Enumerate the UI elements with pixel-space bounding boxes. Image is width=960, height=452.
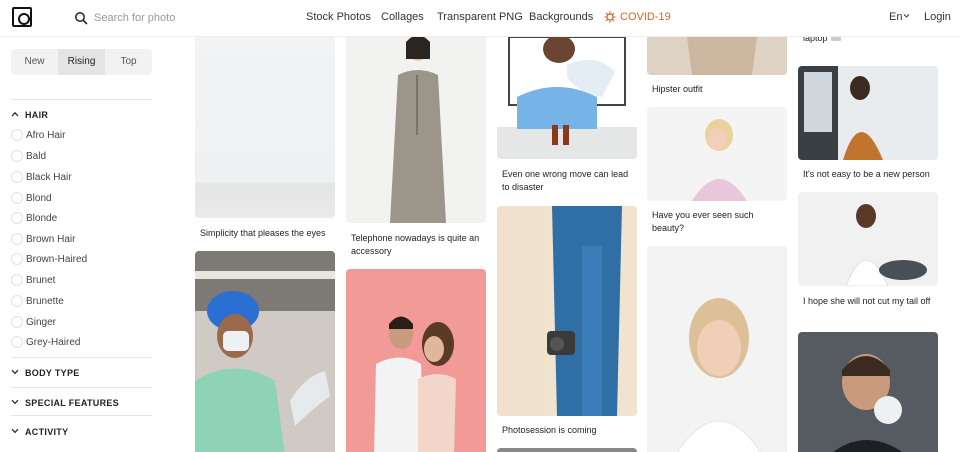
sort-tabs: New Rising Top bbox=[11, 49, 152, 75]
photo-illustration bbox=[833, 354, 903, 452]
photo-illustration bbox=[195, 251, 335, 452]
facet-label: Brown Hair bbox=[26, 234, 76, 245]
facet-blonde[interactable]: Blonde bbox=[11, 212, 57, 226]
logo-icon[interactable] bbox=[12, 7, 32, 27]
section-body-type-label: BODY TYPE bbox=[25, 368, 80, 378]
radio-button[interactable] bbox=[11, 316, 23, 328]
radio-button[interactable] bbox=[11, 295, 23, 307]
photo-caption[interactable]: Even one wrong move can lead to disaster bbox=[502, 168, 637, 194]
facet-afro-hair[interactable]: Afro Hair bbox=[11, 129, 65, 143]
chevron-down-icon[interactable] bbox=[903, 13, 910, 19]
facet-bald[interactable]: Bald bbox=[11, 150, 46, 164]
photo-illustration bbox=[845, 204, 927, 286]
search-input[interactable] bbox=[94, 9, 254, 27]
photo-child-gloves[interactable] bbox=[497, 37, 637, 159]
photo-blonde-woman[interactable] bbox=[647, 107, 787, 201]
photo-caption[interactable]: Have you ever seen such beauty? bbox=[652, 209, 787, 235]
tab-top[interactable]: Top bbox=[105, 49, 152, 75]
facet-label: Brown-Haired bbox=[26, 254, 88, 265]
photo-caption[interactable]: I hope she will not cut my tail off bbox=[803, 295, 943, 308]
section-hair-label: HAIR bbox=[25, 110, 49, 120]
facet-label: Black Hair bbox=[26, 172, 72, 183]
radio-button[interactable] bbox=[11, 336, 23, 348]
section-special-features[interactable]: SPECIAL FEATURES bbox=[11, 398, 119, 408]
photo-illustration bbox=[692, 119, 747, 201]
photo-couple[interactable] bbox=[346, 269, 486, 452]
nav-backgrounds[interactable]: Backgrounds bbox=[529, 11, 593, 23]
photo-illustration bbox=[545, 206, 637, 416]
photo-illustration bbox=[497, 37, 637, 159]
facet-label: Ginger bbox=[26, 317, 57, 328]
section-activity-label: ACTIVITY bbox=[25, 427, 69, 437]
login-link[interactable]: Login bbox=[924, 11, 951, 23]
facet-label: Blonde bbox=[26, 213, 58, 224]
facet-label: Grey-Haired bbox=[26, 337, 81, 348]
facet-grey-haired[interactable]: Grey-Haired bbox=[11, 336, 80, 350]
photo-camera-man[interactable] bbox=[497, 206, 637, 416]
photo-illustration bbox=[798, 66, 883, 160]
tab-new[interactable]: New bbox=[11, 49, 58, 75]
chevron-up-icon bbox=[11, 111, 19, 117]
radio-button[interactable] bbox=[11, 212, 23, 224]
facet-brown-haired[interactable]: Brown-Haired bbox=[11, 253, 87, 267]
photo-illustration bbox=[374, 316, 456, 452]
facet-brunette[interactable]: Brunette bbox=[11, 295, 64, 309]
facet-brown-hair[interactable]: Brown Hair bbox=[11, 233, 75, 247]
photo-woman-orange-cardigan[interactable] bbox=[798, 66, 938, 160]
tab-rising[interactable]: Rising bbox=[58, 49, 105, 75]
facet-black-hair[interactable]: Black Hair bbox=[11, 171, 72, 185]
photo-illustration bbox=[647, 37, 787, 75]
facet-label: Afro Hair bbox=[26, 130, 66, 141]
nav-covid-19[interactable]: COVID-19 bbox=[620, 11, 671, 23]
photo-caption[interactable]: Hipster outfit bbox=[652, 83, 787, 96]
virus-icon bbox=[604, 11, 616, 23]
radio-button[interactable] bbox=[11, 129, 23, 141]
photo-thumbnail[interactable] bbox=[497, 448, 637, 452]
search-icon[interactable] bbox=[74, 11, 88, 25]
photo-caption[interactable]: It's not easy to be a new person bbox=[803, 168, 943, 181]
divider bbox=[11, 415, 152, 416]
chevron-down-icon bbox=[11, 399, 19, 405]
facet-label: Brunette bbox=[26, 296, 64, 307]
filter-sidebar: New Rising Top HAIR Afro Hair Bald Black… bbox=[0, 37, 165, 452]
chevron-down-icon bbox=[11, 369, 19, 375]
radio-button[interactable] bbox=[11, 274, 23, 286]
radio-button[interactable] bbox=[11, 233, 23, 245]
section-activity[interactable]: ACTIVITY bbox=[11, 427, 68, 437]
section-body-type[interactable]: BODY TYPE bbox=[11, 368, 80, 378]
photo-caption[interactable]: Photosession is coming bbox=[502, 424, 637, 437]
photo-medical-worker[interactable] bbox=[195, 251, 335, 452]
top-bar: Stock Photos Collages Transparent PNG Ba… bbox=[0, 0, 960, 37]
photo-hipster-outfit[interactable] bbox=[647, 37, 787, 75]
photo-woman-hands-on-face[interactable] bbox=[647, 246, 787, 452]
divider bbox=[11, 357, 152, 358]
facet-label: Bald bbox=[26, 151, 47, 162]
divider bbox=[11, 99, 152, 100]
photo-caption[interactable]: Telephone nowadays is quite an accessory bbox=[351, 232, 486, 258]
chevron-down-icon bbox=[11, 428, 19, 434]
facet-label: Brunet bbox=[26, 275, 56, 286]
facet-label: Blond bbox=[26, 193, 52, 204]
photo-illustration bbox=[390, 37, 446, 223]
facet-ginger[interactable]: Ginger bbox=[11, 316, 56, 330]
photo-white-wall[interactable] bbox=[195, 37, 335, 218]
photo-woman-dress[interactable] bbox=[346, 37, 486, 223]
nav-stock-photos[interactable]: Stock Photos bbox=[306, 11, 371, 23]
facet-blond[interactable]: Blond bbox=[11, 192, 52, 206]
radio-button[interactable] bbox=[11, 253, 23, 265]
divider bbox=[11, 387, 152, 388]
facet-brunet[interactable]: Brunet bbox=[11, 274, 55, 288]
radio-button[interactable] bbox=[11, 150, 23, 162]
photo-caption[interactable]: Simplicity that pleases the eyes bbox=[200, 227, 335, 240]
photo-man-mask[interactable] bbox=[798, 332, 938, 452]
radio-button[interactable] bbox=[11, 171, 23, 183]
section-hair[interactable]: HAIR bbox=[11, 110, 48, 120]
nav-transparent-png[interactable]: Transparent PNG bbox=[437, 11, 523, 23]
section-special-features-label: SPECIAL FEATURES bbox=[25, 398, 119, 408]
nav-collages[interactable]: Collages bbox=[381, 11, 424, 23]
photo-vet-cat[interactable] bbox=[798, 192, 938, 286]
radio-button[interactable] bbox=[11, 192, 23, 204]
language-selector[interactable]: En bbox=[889, 11, 902, 23]
photo-illustration bbox=[677, 298, 761, 452]
